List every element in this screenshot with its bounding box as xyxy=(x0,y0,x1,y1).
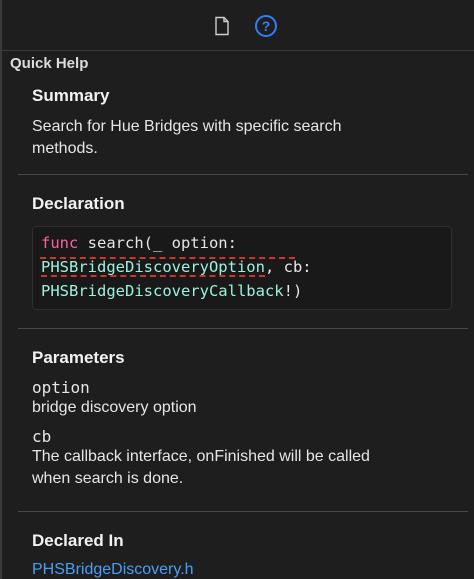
summary-line-2: methods. xyxy=(32,140,98,157)
param-desc: bridge discovery option xyxy=(32,399,197,416)
code-line2-rest: , cb: xyxy=(264,258,312,276)
summary-text: Search for Hue Bridges with specific sea… xyxy=(32,116,452,160)
code-line3-rest: !) xyxy=(283,282,303,300)
panel-title: Quick Help xyxy=(10,55,89,72)
inspector-toolbar: ? xyxy=(2,0,474,51)
param-cb: cb The callback interface, onFinished wi… xyxy=(32,427,452,490)
divider xyxy=(18,328,468,329)
keyword-func: func xyxy=(41,234,79,252)
code-line1-rest: search(_ option: xyxy=(78,234,237,252)
param-name: cb xyxy=(32,427,52,446)
param-desc-line-1: The callback interface, onFinished will … xyxy=(32,448,370,465)
svg-text:?: ? xyxy=(262,18,271,34)
type-discovery-callback[interactable]: PHSBridgeDiscoveryCallback xyxy=(41,282,284,300)
file-inspector-icon[interactable] xyxy=(210,14,234,38)
summary-heading: Summary xyxy=(32,86,110,105)
parameters-heading: Parameters xyxy=(32,348,125,367)
summary-section: Summary Search for Hue Bridges with spec… xyxy=(32,86,452,160)
param-name: option xyxy=(32,378,90,397)
declared-in-section: Declared In PHSBridgeDiscovery.h xyxy=(32,531,452,579)
declaration-code: func search(_ option: PHSBridgeDiscovery… xyxy=(32,226,452,310)
parameters-section: Parameters option bridge discovery optio… xyxy=(32,348,452,490)
param-desc-line-2: when search is done. xyxy=(32,470,184,487)
divider xyxy=(18,511,468,512)
quick-help-icon[interactable]: ? xyxy=(254,14,278,38)
left-edge xyxy=(0,0,2,579)
error-underline-top xyxy=(40,257,295,259)
summary-line-1: Search for Hue Bridges with specific sea… xyxy=(32,118,342,135)
divider xyxy=(18,174,468,175)
declaration-section: Declaration xyxy=(32,194,452,214)
declared-in-file-link[interactable]: PHSBridgeDiscovery.h xyxy=(32,561,452,579)
declaration-heading: Declaration xyxy=(32,194,125,213)
declared-in-heading: Declared In xyxy=(32,531,124,550)
param-option: option bridge discovery option xyxy=(32,378,452,419)
type-discovery-option[interactable]: PHSBridgeDiscoveryOption xyxy=(41,258,265,276)
